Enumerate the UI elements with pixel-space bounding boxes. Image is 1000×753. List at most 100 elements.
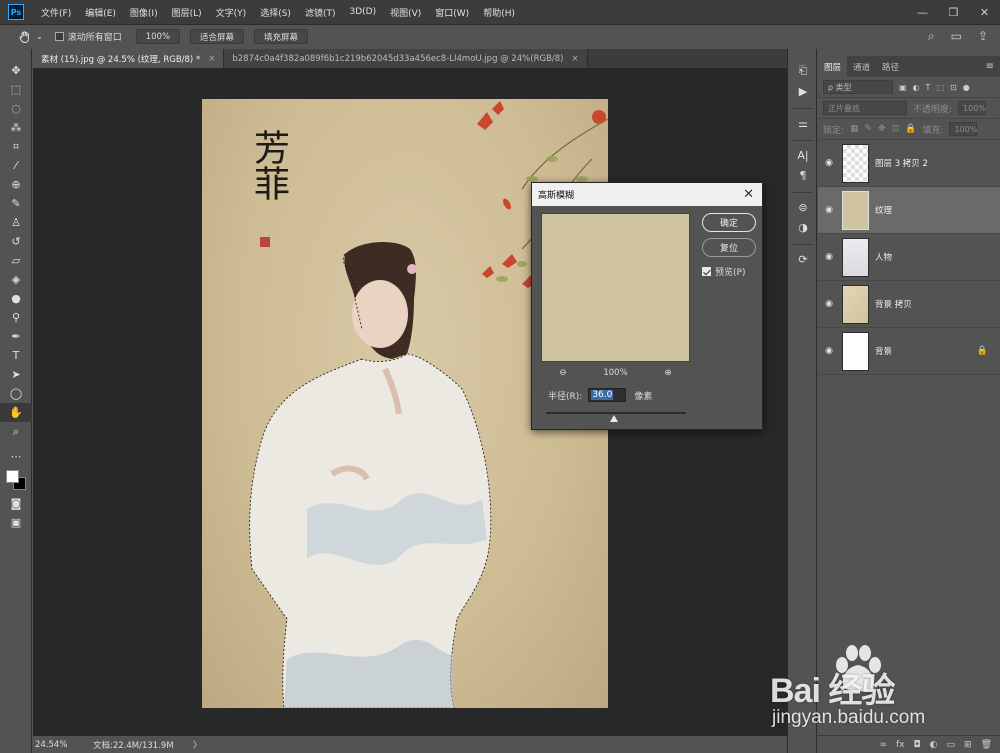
document-tab[interactable]: b2874c0a4f382a089f6b1c219b62045d33a456ec… — [224, 49, 588, 68]
libraries-panel-icon[interactable]: ⊜ — [788, 197, 818, 217]
menu-select[interactable]: 选择(S) — [253, 6, 298, 19]
more-tools-icon[interactable]: ⋯ — [0, 447, 32, 466]
magic-wand-tool-icon[interactable]: ⁂ — [0, 118, 32, 137]
filter-pixel-icon[interactable]: ▣ — [899, 83, 907, 92]
delete-layer-icon[interactable]: 🗑 — [981, 740, 992, 750]
foreground-color-swatch[interactable] — [6, 470, 19, 483]
zoom-out-icon[interactable]: ⊖ — [559, 368, 566, 378]
tool-preset-picker[interactable]: ⌄ — [18, 30, 43, 44]
fill-screen-button[interactable]: 填充屏幕 — [254, 29, 309, 44]
gradient-tool-icon[interactable]: ◈ — [0, 270, 32, 289]
lock-artboard-icon[interactable]: ⊡ — [892, 124, 900, 134]
search-icon[interactable]: ⌕ — [928, 29, 935, 44]
share-icon[interactable]: ⇪ — [978, 29, 988, 44]
lock-pixels-icon[interactable]: ✎ — [865, 124, 873, 134]
blend-mode-select[interactable]: 正片叠底 — [823, 101, 907, 115]
adjustments-panel-icon[interactable]: ◑ — [788, 217, 818, 237]
lasso-tool-icon[interactable]: ◌ — [0, 99, 32, 118]
dialog-title-bar[interactable]: 高斯模糊 ✕ — [532, 183, 762, 206]
zoom-level[interactable]: 24.54% — [35, 740, 93, 750]
fill-input[interactable]: 100% — [949, 122, 978, 136]
tab-channels[interactable]: 通道 — [847, 56, 876, 77]
eye-icon[interactable]: ◉ — [818, 205, 840, 215]
layer-style-icon[interactable]: fx — [896, 740, 905, 750]
menu-help[interactable]: 帮助(H) — [476, 6, 522, 19]
layer-row[interactable]: ◉ 背景 🔒 — [818, 328, 1000, 375]
eraser-tool-icon[interactable]: ▱ — [0, 251, 32, 270]
lock-all-icon[interactable]: 🔒 — [905, 124, 916, 134]
blur-tool-icon[interactable]: ● — [0, 289, 32, 308]
character-panel-icon[interactable]: A| — [788, 145, 818, 165]
filter-type-icon[interactable]: T — [926, 83, 931, 92]
tab-layers[interactable]: 图层 — [818, 56, 848, 77]
reset-button[interactable]: 复位 — [702, 238, 756, 257]
layer-row-selected[interactable]: ◉ 纹理 — [818, 187, 1000, 234]
history-panel-icon[interactable]: ⎗ — [788, 61, 818, 81]
move-tool-icon[interactable]: ✥ — [0, 61, 32, 80]
healing-brush-tool-icon[interactable]: ⊕ — [0, 175, 32, 194]
menu-3d[interactable]: 3D(D) — [342, 7, 383, 17]
hand-tool-icon[interactable]: ✋ — [0, 403, 32, 422]
clone-stamp-tool-icon[interactable]: ♙ — [0, 213, 32, 232]
dodge-tool-icon[interactable]: ⚲ — [0, 308, 32, 327]
history-brush-tool-icon[interactable]: ↺ — [0, 232, 32, 251]
filter-adjustment-icon[interactable]: ◐ — [913, 83, 920, 92]
document-tab-active[interactable]: 素材 (15).jpg @ 24.5% (纹理, RGB/8) * × — [33, 49, 225, 68]
path-selection-tool-icon[interactable]: ➤ — [0, 365, 32, 384]
type-tool-icon[interactable]: T — [0, 346, 32, 365]
workspace-icon[interactable]: ▭ — [951, 29, 962, 44]
actions-play-icon[interactable]: ▶ — [788, 81, 818, 101]
menu-filter[interactable]: 滤镜(T) — [298, 6, 343, 19]
menu-layer[interactable]: 图层(L) — [165, 6, 209, 19]
layer-row[interactable]: ◉ 图层 3 拷贝 2 — [818, 140, 1000, 187]
link-layers-icon[interactable]: ∞ — [880, 740, 888, 750]
eye-icon[interactable]: ◉ — [818, 299, 840, 309]
crop-tool-icon[interactable]: ⌗ — [0, 137, 32, 156]
properties-panel-icon[interactable]: ⚌ — [788, 113, 818, 133]
pen-tool-icon[interactable]: ✒ — [0, 327, 32, 346]
zoom-100-button[interactable]: 100% — [135, 29, 181, 44]
layer-filter-select[interactable]: ρ 类型 — [823, 80, 893, 94]
zoom-in-icon[interactable]: ⊕ — [664, 368, 671, 378]
scroll-all-windows-toggle[interactable]: 滚动所有窗口 — [54, 30, 122, 43]
filter-smart-icon[interactable]: ⊡ — [950, 83, 957, 92]
lock-transparent-icon[interactable]: ▦ — [850, 124, 859, 134]
ellipse-tool-icon[interactable]: ◯ — [0, 384, 32, 403]
add-mask-icon[interactable]: ◘ — [914, 740, 921, 750]
paragraph-panel-icon[interactable]: ¶ — [788, 165, 818, 185]
opacity-input[interactable]: 100% — [958, 101, 987, 115]
ok-button[interactable]: 确定 — [702, 213, 756, 232]
minimize-button[interactable]: — — [907, 0, 938, 24]
layer-row[interactable]: ◉ 背景 拷贝 — [818, 281, 1000, 328]
status-menu-arrow-icon[interactable]: 〉 — [193, 739, 202, 751]
eye-icon[interactable]: ◉ — [818, 346, 840, 356]
lock-position-icon[interactable]: ✥ — [878, 124, 886, 134]
new-group-icon[interactable]: ▭ — [947, 740, 956, 750]
menu-file[interactable]: 文件(F) — [34, 6, 78, 19]
menu-window[interactable]: 窗口(W) — [428, 6, 476, 19]
menu-type[interactable]: 文字(Y) — [209, 6, 254, 19]
quick-mask-icon[interactable]: ◙ — [0, 494, 32, 513]
marquee-tool-icon[interactable]: ⬚ — [0, 80, 32, 99]
rotate-panel-icon[interactable]: ⟳ — [788, 249, 818, 269]
close-icon[interactable]: × — [572, 54, 579, 64]
panel-menu-icon[interactable]: ≡ — [980, 56, 1000, 77]
eye-icon[interactable]: ◉ — [818, 252, 840, 262]
blur-preview[interactable] — [541, 213, 690, 362]
color-swatches[interactable] — [0, 466, 32, 494]
menu-view[interactable]: 视图(V) — [383, 6, 428, 19]
radius-input[interactable]: 36.0 — [588, 388, 627, 402]
tab-paths[interactable]: 路径 — [876, 56, 905, 77]
filter-toggle-icon[interactable]: ● — [963, 83, 970, 92]
screen-mode-icon[interactable]: ▣ — [0, 513, 32, 532]
filter-shape-icon[interactable]: ⬚ — [936, 83, 944, 92]
eye-icon[interactable]: ◉ — [818, 158, 840, 168]
maximize-button[interactable]: ❐ — [938, 0, 969, 24]
menu-image[interactable]: 图像(I) — [123, 6, 165, 19]
adjustment-layer-icon[interactable]: ◐ — [930, 740, 938, 750]
brush-tool-icon[interactable]: ✎ — [0, 194, 32, 213]
fit-screen-button[interactable]: 适合屏幕 — [190, 29, 245, 44]
new-layer-icon[interactable]: ⊞ — [964, 740, 972, 750]
zoom-tool-icon[interactable]: ⌕ — [0, 422, 32, 441]
close-icon[interactable]: × — [208, 54, 215, 64]
